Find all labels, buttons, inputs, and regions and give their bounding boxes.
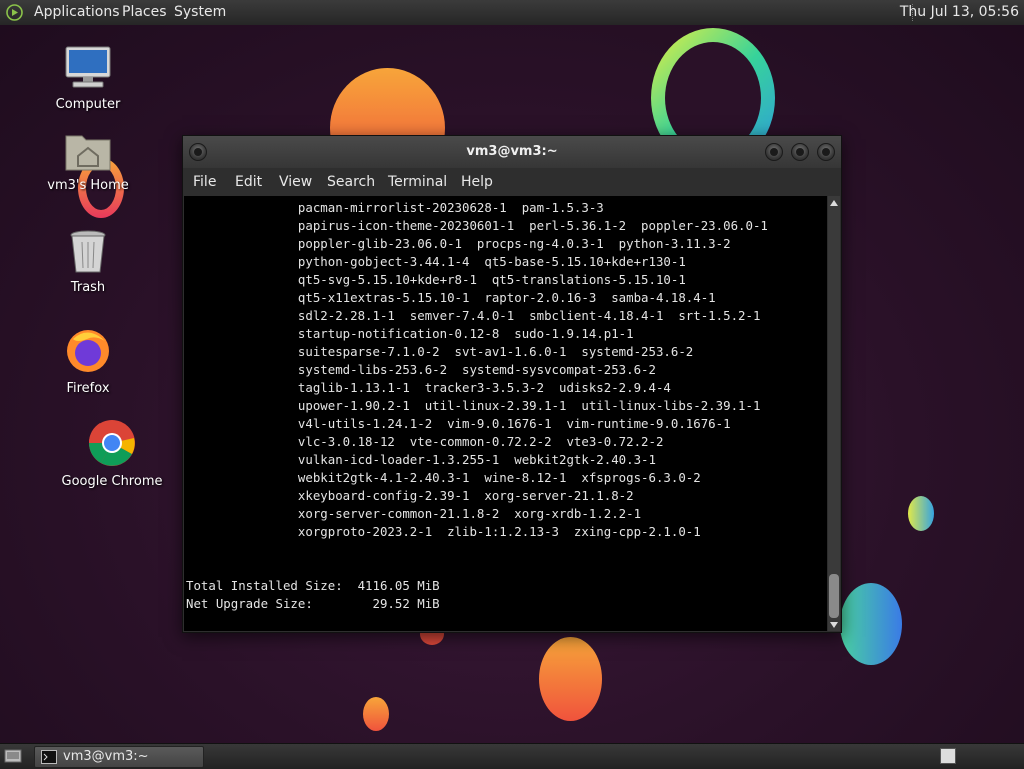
computer-icon (65, 46, 111, 88)
show-desktop-icon[interactable] (4, 748, 22, 764)
panel-clock[interactable]: Thu Jul 13, 05:56 (900, 4, 1019, 20)
window-title: vm3@vm3:~ (466, 144, 558, 159)
terminal-scrollbar[interactable] (828, 196, 840, 631)
terminal-line: webkit2gtk-4.1-2.40.3-1 wine-8.12-1 xfsp… (186, 470, 701, 485)
terminal-line: Total Installed Size: 4116.05 MiB (186, 578, 440, 593)
top-panel: Applications Places System Thu Jul 13, 0… (0, 0, 1024, 26)
trash-icon (70, 230, 106, 273)
desktop-icon-label: Trash (70, 280, 106, 295)
system-menu[interactable]: System (174, 4, 226, 20)
menu-edit[interactable]: Edit (235, 174, 262, 190)
terminal-line: sdl2-2.28.1-1 semver-7.4.0-1 smbclient-4… (186, 308, 761, 323)
desktop-icon-label: Computer (55, 97, 121, 112)
places-menu[interactable]: Places (122, 4, 167, 20)
menu-view[interactable]: View (279, 174, 312, 190)
terminal-line: vlc-3.0.18-12 vte-common-0.72.2-2 vte3-0… (186, 434, 664, 449)
desktop-icon-firefox[interactable]: Firefox (38, 327, 138, 396)
distro-logo-icon[interactable] (6, 4, 23, 21)
desktop-icon-label: Google Chrome (61, 474, 163, 489)
desktop-icon-chrome[interactable]: Google Chrome (60, 418, 164, 489)
terminal-menu-bar: File Edit View Search Terminal Help (183, 168, 841, 196)
close-button[interactable] (817, 143, 835, 161)
menu-search[interactable]: Search (327, 174, 375, 190)
desktop-icon-label: vm3's Home (47, 178, 129, 193)
chrome-icon (88, 420, 135, 466)
firefox-icon (67, 330, 109, 372)
terminal-line: Net Upgrade Size: 29.52 MiB (186, 596, 440, 611)
home-folder-icon (65, 135, 111, 171)
terminal-line: python-gobject-3.44.1-4 qt5-base-5.15.10… (186, 254, 686, 269)
wallpaper-blob-orange-bottom (539, 637, 602, 721)
taskbar-terminal-button[interactable]: vm3@vm3:~ (34, 746, 204, 768)
terminal-line: poppler-glib-23.06.0-1 procps-ng-4.0.3-1… (186, 236, 731, 251)
scroll-up-arrow-icon[interactable] (830, 200, 838, 206)
terminal-line: pacman-mirrorlist-20230628-1 pam-1.5.3-3 (186, 200, 604, 215)
desktop-icon-home[interactable]: vm3's Home (38, 130, 138, 193)
terminal-line: vulkan-icd-loader-1.3.255-1 webkit2gtk-2… (186, 452, 656, 467)
bottom-panel: vm3@vm3:~ (0, 743, 1024, 769)
desktop-icon-trash[interactable]: Trash (38, 228, 138, 295)
terminal-text: pacman-mirrorlist-20230628-1 pam-1.5.3-3… (184, 196, 827, 631)
maximize-button[interactable] (791, 143, 809, 161)
wallpaper-blob-small-orange (363, 697, 389, 731)
terminal-line: systemd-libs-253.6-2 systemd-sysvcompat-… (186, 362, 656, 377)
terminal-icon (41, 750, 57, 764)
window-title-bar[interactable]: vm3@vm3:~ (183, 136, 841, 168)
wallpaper-blob-teal (908, 496, 934, 531)
window-menu-button[interactable] (189, 143, 207, 161)
scrollbar-thumb[interactable] (829, 574, 839, 618)
terminal-line: taglib-1.13.1-1 tracker3-3.5.3-2 udisks2… (186, 380, 671, 395)
terminal-line: xorgproto-2023.2-1 zlib-1:1.2.13-3 zxing… (186, 524, 701, 539)
terminal-line: upower-1.90.2-1 util-linux-2.39.1-1 util… (186, 398, 761, 413)
terminal-line: v4l-utils-1.24.1-2 vim-9.0.1676-1 vim-ru… (186, 416, 731, 431)
terminal-line: qt5-x11extras-5.15.10-1 raptor-2.0.16-3 … (186, 290, 716, 305)
terminal-output[interactable]: pacman-mirrorlist-20230628-1 pam-1.5.3-3… (184, 196, 827, 631)
scroll-down-arrow-icon[interactable] (830, 622, 838, 628)
applications-menu[interactable]: Applications (34, 4, 120, 20)
terminal-line: suitesparse-7.1.0-2 svt-av1-1.6.0-1 syst… (186, 344, 694, 359)
menu-help[interactable]: Help (461, 174, 493, 190)
terminal-line: qt5-svg-5.15.10+kde+r8-1 qt5-translation… (186, 272, 686, 287)
desktop-icon-label: Firefox (66, 381, 110, 396)
workspace-switcher[interactable] (940, 748, 956, 764)
terminal-line: xkeyboard-config-2.39-1 xorg-server-21.1… (186, 488, 634, 503)
wallpaper-blob-blue (840, 583, 902, 665)
taskbar-terminal-label: vm3@vm3:~ (63, 749, 149, 764)
menu-terminal[interactable]: Terminal (388, 174, 447, 190)
desktop-icon-computer[interactable]: Computer (38, 45, 138, 112)
minimize-button[interactable] (765, 143, 783, 161)
menu-file[interactable]: File (193, 174, 216, 190)
terminal-line: papirus-icon-theme-20230601-1 perl-5.36.… (186, 218, 768, 233)
terminal-window[interactable]: vm3@vm3:~ File Edit View Search Terminal… (182, 135, 842, 633)
terminal-line: xorg-server-common-21.1.8-2 xorg-xrdb-1.… (186, 506, 642, 521)
terminal-line: startup-notification-0.12-8 sudo-1.9.14.… (186, 326, 634, 341)
